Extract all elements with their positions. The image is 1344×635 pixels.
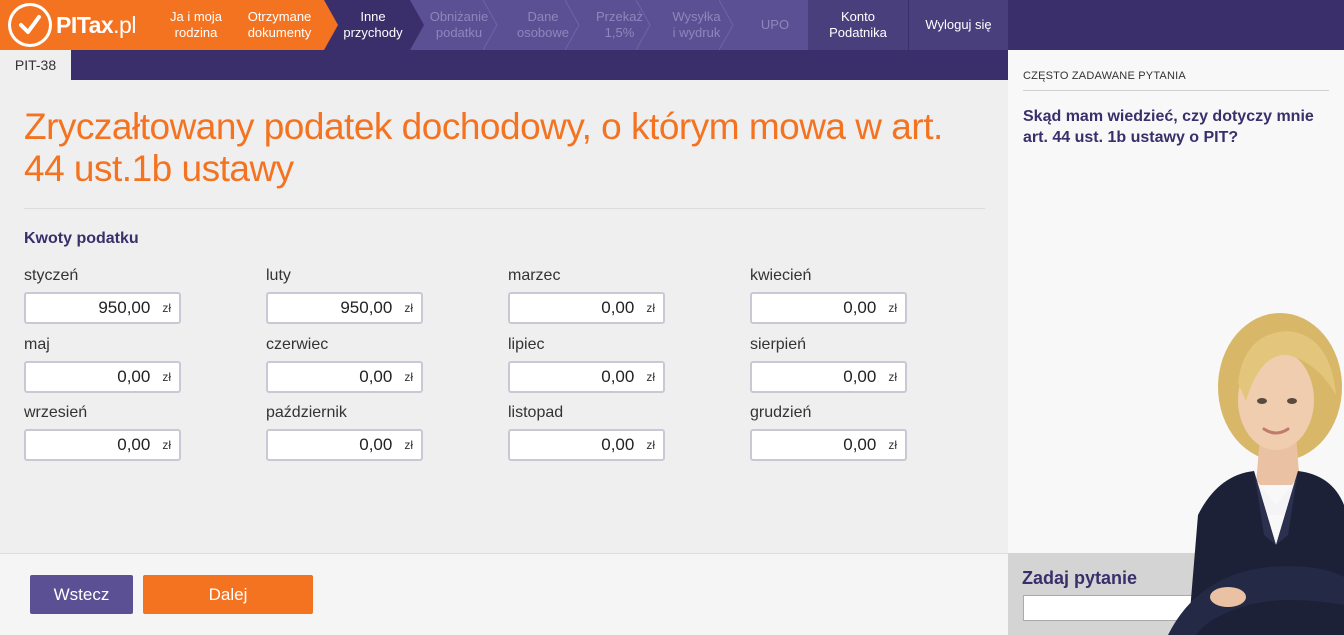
amount-input[interactable]: 0,00 zł <box>508 361 665 393</box>
main-content: Zryczałtowany podatek dochodowy, o który… <box>0 80 1008 553</box>
month-label: czerwiec <box>266 336 329 353</box>
month-field-luty: luty 950,00 zł <box>266 267 426 324</box>
amount-value: 0,00 <box>359 435 393 454</box>
form-tab-bar: PIT-38 <box>0 50 1008 80</box>
amount-value: 0,00 <box>843 298 877 317</box>
step-label: Obniżanie podatku <box>429 9 489 40</box>
month-field-maj: maj 0,00 zł <box>24 336 184 393</box>
logo-text: PITax.pl <box>56 12 136 39</box>
amount-input[interactable]: 0,00 zł <box>266 429 423 461</box>
currency-unit: zł <box>646 438 655 452</box>
month-field-wrzesien: wrzesień 0,00 zł <box>24 404 184 461</box>
pitax-logo[interactable]: PITax.pl <box>0 0 157 50</box>
step-wysylka-i-wydruk[interactable]: Wysyłka i wydruk <box>651 0 734 50</box>
step-label: Dane osobowe <box>516 9 570 40</box>
month-field-styczen: styczeń 950,00 zł <box>24 267 184 324</box>
step-label: Wysyłka i wydruk <box>672 9 721 40</box>
amount-input[interactable]: 0,00 zł <box>750 429 907 461</box>
month-label: wrzesień <box>24 404 88 421</box>
logo-tld: .pl <box>113 11 136 38</box>
step-otrzymane-dokumenty[interactable]: Otrzymane dokumenty <box>235 0 338 50</box>
month-label: sierpień <box>750 336 807 353</box>
month-label: listopad <box>508 404 564 421</box>
month-label: styczeń <box>24 267 79 284</box>
month-field-kwiecien: kwiecień 0,00 zł <box>750 267 910 324</box>
month-label: październik <box>266 404 347 421</box>
currency-unit: zł <box>404 301 413 315</box>
amount-input[interactable]: 0,00 zł <box>750 361 907 393</box>
month-field-marzec: marzec 0,00 zł <box>508 267 668 324</box>
back-button[interactable]: Wstecz <box>30 575 133 614</box>
step-label: Inne przychody <box>343 9 403 40</box>
month-field-czerwiec: czerwiec 0,00 zł <box>266 336 426 393</box>
step-ja-i-moja-rodzina[interactable]: Ja i moja rodzina <box>157 0 236 50</box>
logo-name: PITax <box>56 11 114 38</box>
month-label: maj <box>24 336 50 353</box>
currency-unit: zł <box>162 438 171 452</box>
step-przekaz-1-5[interactable]: Przekaż 1,5% <box>580 0 651 50</box>
currency-unit: zł <box>888 301 897 315</box>
currency-unit: zł <box>646 370 655 384</box>
currency-unit: zł <box>404 438 413 452</box>
tab-pit-38[interactable]: PIT-38 <box>0 50 71 80</box>
month-label: kwiecień <box>750 267 812 284</box>
amount-value: 0,00 <box>601 367 635 386</box>
checkmark-icon <box>8 3 52 47</box>
divider <box>24 208 985 209</box>
amount-value: 0,00 <box>601 298 635 317</box>
step-label: UPO <box>760 17 790 32</box>
month-field-pazdziernik: październik 0,00 zł <box>266 404 426 461</box>
month-field-grudzien: grudzień 0,00 zł <box>750 404 910 461</box>
amount-input[interactable]: 0,00 zł <box>266 361 423 393</box>
logout-button[interactable]: Wyloguj się <box>909 0 1008 50</box>
faq-question-link[interactable]: Skąd mam wiedzieć, czy dotyczy mnie art.… <box>1023 106 1333 148</box>
account-button[interactable]: Konto Podatnika <box>808 0 908 50</box>
amount-value: 0,00 <box>601 435 635 454</box>
step-label: Ja i moja rodzina <box>169 9 223 40</box>
step-label: Otrzymane dokumenty <box>247 9 312 40</box>
currency-unit: zł <box>888 370 897 384</box>
amount-value: 0,00 <box>117 367 151 386</box>
consultant-portrait <box>1168 313 1344 635</box>
month-label: luty <box>266 267 291 284</box>
amount-input[interactable]: 950,00 zł <box>266 292 423 324</box>
section-title: Kwoty podatku <box>24 230 139 247</box>
amount-value: 0,00 <box>843 367 877 386</box>
ask-question-label: Zadaj pytanie <box>1022 568 1138 588</box>
currency-unit: zł <box>162 370 171 384</box>
amount-value: 950,00 <box>98 298 151 317</box>
step-dane-osobowe[interactable]: Dane osobowe <box>498 0 580 50</box>
month-label: marzec <box>508 267 561 284</box>
month-field-listopad: listopad 0,00 zł <box>508 404 668 461</box>
currency-unit: zł <box>646 301 655 315</box>
month-field-sierpien: sierpień 0,00 zł <box>750 336 910 393</box>
amount-value: 950,00 <box>340 298 393 317</box>
faq-header: CZĘSTO ZADAWANE PYTANIA <box>1023 70 1329 91</box>
step-upo[interactable]: UPO <box>734 0 808 50</box>
amount-input[interactable]: 950,00 zł <box>24 292 181 324</box>
amount-value: 0,00 <box>117 435 151 454</box>
amount-value: 0,00 <box>359 367 393 386</box>
currency-unit: zł <box>888 438 897 452</box>
amount-value: 0,00 <box>843 435 877 454</box>
help-sidebar: CZĘSTO ZADAWANE PYTANIA Skąd mam wiedzie… <box>1008 50 1344 635</box>
currency-unit: zł <box>404 370 413 384</box>
form-footer: Wstecz Dalej <box>0 553 1008 635</box>
month-field-lipiec: lipiec 0,00 zł <box>508 336 668 393</box>
top-navigation: PITax.pl Ja i moja rodzina Otrzymane dok… <box>0 0 1344 50</box>
currency-unit: zł <box>162 301 171 315</box>
month-label: lipiec <box>508 336 545 353</box>
amount-input[interactable]: 0,00 zł <box>24 429 181 461</box>
page-title: Zryczałtowany podatek dochodowy, o który… <box>24 106 943 189</box>
amount-input[interactable]: 0,00 zł <box>24 361 181 393</box>
amount-input[interactable]: 0,00 zł <box>750 292 907 324</box>
month-label: grudzień <box>750 404 812 421</box>
amount-input[interactable]: 0,00 zł <box>508 292 665 324</box>
next-button[interactable]: Dalej <box>143 575 313 614</box>
amount-input[interactable]: 0,00 zł <box>508 429 665 461</box>
